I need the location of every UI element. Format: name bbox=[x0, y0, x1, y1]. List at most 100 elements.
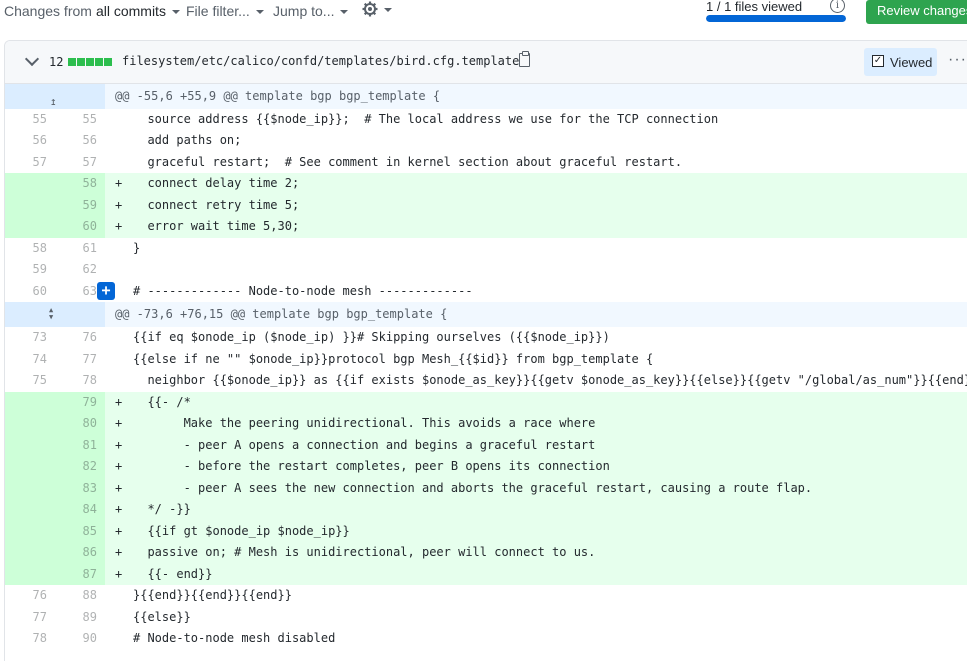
settings-dropdown[interactable] bbox=[362, 1, 392, 17]
kebab-menu-icon[interactable]: ··· bbox=[948, 51, 967, 69]
diff-marker: + bbox=[115, 416, 123, 430]
added-line-row: 87 + {{- end}} bbox=[5, 563, 967, 585]
context-line-row: 56 56 add paths on; bbox=[5, 130, 967, 152]
jump-to-label: Jump to... bbox=[273, 3, 335, 19]
context-line-row: 75 78 neighbor {{$onode_ip}} as {{if exis… bbox=[5, 370, 967, 392]
diff-marker: + bbox=[115, 566, 123, 581]
code-text: */ -}} bbox=[133, 502, 191, 516]
old-line-number[interactable]: 55 bbox=[5, 109, 55, 130]
code-line: + - before the restart completes, peer B… bbox=[105, 456, 967, 478]
old-line-number[interactable] bbox=[5, 542, 55, 564]
old-line-number[interactable] bbox=[5, 520, 55, 542]
viewed-toggle[interactable]: ✓ Viewed bbox=[864, 48, 937, 76]
old-line-number[interactable]: 56 bbox=[5, 130, 55, 152]
context-line-row: 57 57 graceful restart; # See comment in … bbox=[5, 152, 967, 174]
new-line-number[interactable]: 77 bbox=[55, 349, 105, 371]
changes-from-value: all commits bbox=[95, 3, 166, 19]
new-line-number[interactable]: 82 bbox=[55, 456, 105, 478]
context-line-row: 58 61} bbox=[5, 238, 967, 260]
new-line-number[interactable]: 86 bbox=[55, 542, 105, 564]
new-line-number[interactable]: 87 bbox=[55, 563, 105, 585]
context-line-row: 76 88 }{{end}}{{end}}{{end}} bbox=[5, 585, 967, 607]
review-changes-button[interactable]: Review changes bbox=[866, 0, 967, 24]
code-text: @@ -55,6 +55,9 @@ template bgp bgp_templ… bbox=[115, 89, 441, 103]
old-line-number[interactable] bbox=[5, 391, 55, 413]
caret-down-icon bbox=[384, 7, 392, 12]
expand-up-button[interactable]: ↥ bbox=[5, 84, 105, 109]
new-line-number[interactable]: 57 bbox=[55, 152, 105, 174]
added-line-row: 84 + */ -}} bbox=[5, 499, 967, 521]
old-line-number[interactable]: 77 bbox=[5, 607, 55, 629]
old-line-number[interactable] bbox=[5, 477, 55, 499]
new-line-number[interactable]: 61 bbox=[55, 238, 105, 260]
old-line-number[interactable]: 60 bbox=[5, 281, 55, 303]
new-line-number[interactable]: 84 bbox=[55, 499, 105, 521]
clipboard-icon[interactable] bbox=[519, 51, 530, 67]
new-line-number[interactable]: 90 bbox=[55, 628, 105, 650]
context-line-row: 74 77 {{else if ne "" $onode_ip}}protocol … bbox=[5, 349, 967, 371]
file-filter-dropdown[interactable]: File filter... bbox=[186, 3, 264, 19]
old-line-number[interactable]: 76 bbox=[5, 585, 55, 607]
new-line-number[interactable]: 88 bbox=[55, 585, 105, 607]
viewed-checkbox[interactable]: ✓ bbox=[872, 55, 884, 67]
add-comment-button[interactable]: + bbox=[97, 281, 115, 300]
code-text: {{if eq $onode_ip ($node_ip) }}# Skippin… bbox=[133, 330, 610, 344]
diffstat-count: 12 bbox=[49, 55, 64, 69]
info-icon[interactable]: i bbox=[830, 0, 845, 13]
code-line: # Node-to-node mesh disabled bbox=[105, 628, 967, 650]
diff-marker: + bbox=[115, 523, 123, 538]
code-text: neighbor {{$onode_ip}} as {{if exists $o… bbox=[133, 373, 967, 387]
code-text: Make the peering unidirectional. This av… bbox=[133, 416, 596, 430]
old-line-number[interactable]: 78 bbox=[5, 628, 55, 650]
code-text: - before the restart completes, peer B o… bbox=[133, 459, 610, 473]
context-line-row: 59 62 bbox=[5, 259, 967, 281]
expand-button[interactable]: ▲ ▼ bbox=[5, 302, 105, 327]
old-line-number[interactable] bbox=[5, 434, 55, 456]
code-text: {{if gt $onode_ip $node_ip}} bbox=[133, 523, 350, 538]
old-line-number[interactable] bbox=[5, 173, 55, 195]
old-line-number[interactable]: 73 bbox=[5, 327, 55, 349]
code-line: + - peer A sees the new connection and a… bbox=[105, 478, 967, 500]
new-line-number[interactable]: 58 bbox=[55, 173, 105, 195]
code-text: }{{end}}{{end}}{{end}} bbox=[133, 588, 292, 602]
old-line-number[interactable] bbox=[5, 499, 55, 521]
old-line-number[interactable] bbox=[5, 563, 55, 585]
code-text: {{else if ne "" $onode_ip}}protocol bgp … bbox=[133, 351, 654, 366]
new-line-number[interactable]: 56 bbox=[55, 130, 105, 152]
jump-to-dropdown[interactable]: Jump to... bbox=[273, 3, 349, 19]
new-line-number[interactable]: 62 bbox=[55, 259, 105, 281]
code-line: + connect retry time 5; bbox=[105, 195, 967, 217]
new-line-number[interactable]: 80 bbox=[55, 413, 105, 435]
chevron-down-icon[interactable] bbox=[24, 51, 40, 67]
changes-from-dropdown[interactable]: Changes from all commits bbox=[4, 3, 180, 19]
added-line-row: 85 + {{if gt $onode_ip $node_ip}} bbox=[5, 520, 967, 542]
new-line-number[interactable]: 81 bbox=[55, 434, 105, 456]
old-line-number[interactable]: 59 bbox=[5, 259, 55, 281]
new-line-number[interactable]: 76 bbox=[55, 327, 105, 349]
new-line-number[interactable]: 60 bbox=[55, 216, 105, 238]
old-line-number[interactable] bbox=[5, 456, 55, 478]
caret-down-icon bbox=[171, 9, 180, 14]
old-line-number[interactable]: 57 bbox=[5, 152, 55, 174]
added-line-row: 81 + - peer A opens a connection and begi… bbox=[5, 434, 967, 456]
old-line-number[interactable] bbox=[5, 216, 55, 238]
old-line-number[interactable]: 74 bbox=[5, 349, 55, 371]
new-line-number[interactable]: 59 bbox=[55, 194, 105, 216]
old-line-number[interactable]: 75 bbox=[5, 370, 55, 392]
old-line-number[interactable]: 58 bbox=[5, 238, 55, 260]
hunk-header-text: @@ -55,6 +55,9 @@ template bgp bgp_templ… bbox=[105, 84, 967, 109]
new-line-number[interactable]: 83 bbox=[55, 477, 105, 499]
new-line-number[interactable]: 89 bbox=[55, 607, 105, 629]
file-path[interactable]: filesystem/etc/calico/confd/templates/bi… bbox=[122, 54, 519, 68]
code-text: error wait time 5,30; bbox=[133, 219, 300, 233]
code-line: + passive on; # Mesh is unidirectional, … bbox=[105, 542, 967, 564]
code-text: source address {{$node_ip}}; # The local… bbox=[133, 112, 719, 126]
new-line-number[interactable]: 85 bbox=[55, 520, 105, 542]
new-line-number[interactable]: 55 bbox=[55, 109, 105, 130]
new-line-number[interactable]: 78 bbox=[55, 370, 105, 392]
code-line: {{else}} bbox=[105, 607, 967, 629]
new-line-number[interactable]: 79 bbox=[55, 391, 105, 413]
old-line-number[interactable] bbox=[5, 194, 55, 216]
old-line-number[interactable] bbox=[5, 413, 55, 435]
code-text: connect retry time 5; bbox=[133, 197, 300, 212]
